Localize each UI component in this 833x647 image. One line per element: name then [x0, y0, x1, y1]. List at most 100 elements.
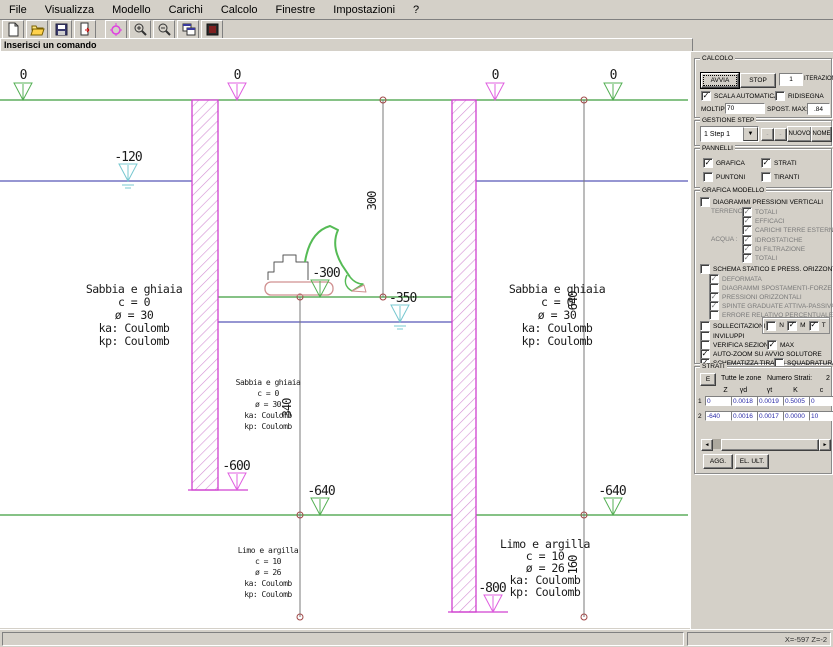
menu-carichi[interactable]: Carichi	[160, 2, 212, 18]
menu-impostazioni[interactable]: Impostazioni	[324, 2, 404, 18]
svg-text:c = 0: c = 0	[541, 295, 574, 309]
tutte-le-zone-label: Tutte le zone	[721, 375, 761, 382]
sollecitazioni-checkbox[interactable]: SOLLECITAZIONI	[700, 321, 766, 331]
new-file-button[interactable]	[2, 20, 24, 39]
schema-statico-checkbox[interactable]: SCHEMA STATICO E PRESS. ORIZZONTAL	[700, 264, 833, 274]
scroll-left-icon[interactable]: ◄	[701, 439, 713, 451]
save-floppy-icon	[54, 22, 69, 37]
grafica-checkbox[interactable]: GRAFICA	[703, 158, 745, 168]
anchor-node-button[interactable]	[105, 20, 127, 39]
menu-calcolo[interactable]: Calcolo	[212, 2, 267, 18]
open-file-button[interactable]	[26, 20, 48, 39]
row-1-number: 1	[698, 398, 702, 405]
terreno-carichi-checkbox[interactable]: CARICHI TERRE ESTERNI	[742, 225, 833, 235]
n-label: N	[779, 322, 784, 329]
model-drawing-area[interactable]: 300 340 640 160 0 0 0 0	[0, 51, 690, 628]
marker-layer-right-label: -640	[598, 484, 625, 499]
status-coordinates-cell: X=-597 Z=-2	[687, 632, 831, 646]
zoom-out-button[interactable]	[153, 20, 175, 39]
moltip-input[interactable]	[725, 103, 765, 114]
toolbar	[0, 20, 833, 39]
schema-statico-label: SCHEMA STATICO E PRESS. ORIZZONTAL	[713, 266, 833, 273]
agg-button[interactable]: AGG.	[703, 454, 733, 469]
nome-button[interactable]: NOME	[811, 126, 832, 142]
spost-max-field[interactable]: .84	[807, 103, 830, 115]
terreno-carichi-label: CARICHI TERRE ESTERNI	[755, 227, 833, 234]
strato-1-gamma-d-input[interactable]	[731, 396, 758, 406]
strato-2-gamma-t-input[interactable]	[757, 411, 784, 421]
save-button[interactable]	[50, 20, 72, 39]
pannelli-title: PANNELLI	[700, 145, 735, 152]
svg-text:Limo e argilla: Limo e argilla	[238, 546, 299, 555]
command-bar[interactable]: Inserisci un comando	[0, 38, 693, 52]
row-2-number: 2	[698, 413, 702, 420]
scrollbar-thumb[interactable]	[721, 439, 819, 451]
strato-1-c-input[interactable]	[809, 396, 833, 406]
right-wall[interactable]	[448, 100, 508, 612]
pannelli-group: PANNELLI GRAFICA STRATI PUNTONI TIRANTI	[694, 148, 832, 188]
avvia-button[interactable]: AVVIA	[701, 73, 739, 88]
marker-left-wall-bottom-label: -600	[222, 459, 249, 474]
strato-2-gamma-d-input[interactable]	[731, 411, 758, 421]
spost-max-label: SPOST. MAX:	[767, 106, 808, 113]
iterazione-field[interactable]: 1	[779, 73, 803, 86]
step-next-button[interactable]: -	[774, 128, 787, 141]
acqua-label: ACQUA :	[711, 236, 737, 243]
new-file-icon	[6, 22, 21, 37]
stop-button[interactable]: STOP	[740, 73, 776, 88]
zoom-in-button[interactable]	[129, 20, 151, 39]
checkbox-box	[775, 91, 785, 101]
svg-text:c = 0: c = 0	[257, 389, 279, 398]
numero-strati-label: Numero Strati:	[767, 375, 812, 382]
step-prev-button[interactable]: -	[761, 128, 774, 141]
strati-hscrollbar[interactable]: ◄ ►	[701, 439, 831, 449]
strati-checkbox[interactable]: STRATI	[761, 158, 797, 168]
strato-1-z-input[interactable]	[705, 396, 732, 406]
menu-help[interactable]: ?	[404, 2, 428, 18]
stop-label: STOP	[749, 77, 767, 84]
menu-finestre[interactable]: Finestre	[267, 2, 325, 18]
strato-1-gamma-t-input[interactable]	[757, 396, 784, 406]
excavator-icon	[265, 226, 366, 295]
step-select[interactable]: 1 Step 1 ▼	[700, 126, 759, 142]
strato-1-k-input[interactable]	[783, 396, 810, 406]
strato-2-c-input[interactable]	[809, 411, 833, 421]
t-checkbox[interactable]: T	[809, 321, 826, 331]
svg-text:ø = 30: ø = 30	[538, 308, 577, 322]
grafica-label: GRAFICA	[716, 160, 745, 167]
marker-left-wall-top	[228, 83, 246, 100]
export-button[interactable]	[74, 20, 96, 39]
acqua-filtrazione-label: DI FILTRAZIONE	[755, 246, 805, 253]
left-wall[interactable]	[188, 100, 248, 490]
zoom-in-icon	[133, 22, 148, 37]
scroll-right-icon[interactable]: ►	[819, 439, 831, 451]
menu-visualizza[interactable]: Visualizza	[36, 2, 103, 18]
tiranti-checkbox[interactable]: TIRANTI	[761, 172, 799, 182]
puntoni-checkbox[interactable]: PUNTONI	[703, 172, 745, 182]
acqua-totali-checkbox[interactable]: TOTALI	[742, 253, 777, 263]
strati-e-button[interactable]: E	[700, 373, 716, 386]
marker-right-wall-bottom	[484, 595, 502, 612]
render-bitmap-button[interactable]	[201, 20, 223, 39]
menu-file[interactable]: File	[0, 2, 36, 18]
ridisegna-checkbox[interactable]: RIDISEGNA	[775, 91, 824, 101]
diagrammi-pv-label: DIAGRAMMI PRESSIONI VERTICALI	[713, 199, 823, 206]
m-checkbox[interactable]: M	[787, 321, 805, 331]
scala-automatica-checkbox[interactable]: SCALA AUTOMATICA	[701, 91, 778, 101]
strato-2-k-input[interactable]	[783, 411, 810, 421]
diagrammi-pv-checkbox[interactable]: DIAGRAMMI PRESSIONI VERTICALI	[700, 197, 823, 207]
col-header-gamma-t: γt	[757, 387, 782, 394]
checkbox-box	[700, 321, 710, 331]
strato-2-z-input[interactable]	[705, 411, 732, 421]
chevron-down-icon[interactable]: ▼	[743, 127, 758, 141]
cascade-windows-button[interactable]	[177, 20, 199, 39]
n-checkbox[interactable]: N	[766, 321, 784, 331]
cursor-coordinates: X=-597 Z=-2	[785, 635, 827, 644]
menu-modello[interactable]: Modello	[103, 2, 160, 18]
el-ult-button[interactable]: EL. ULT.	[735, 454, 769, 469]
export-page-icon	[78, 22, 93, 37]
svg-text:c = 10: c = 10	[255, 557, 282, 566]
marker-left-wall-bottom	[228, 473, 246, 490]
nuovo-button[interactable]: NUOVO	[787, 126, 812, 142]
checkbox-box	[766, 321, 776, 331]
